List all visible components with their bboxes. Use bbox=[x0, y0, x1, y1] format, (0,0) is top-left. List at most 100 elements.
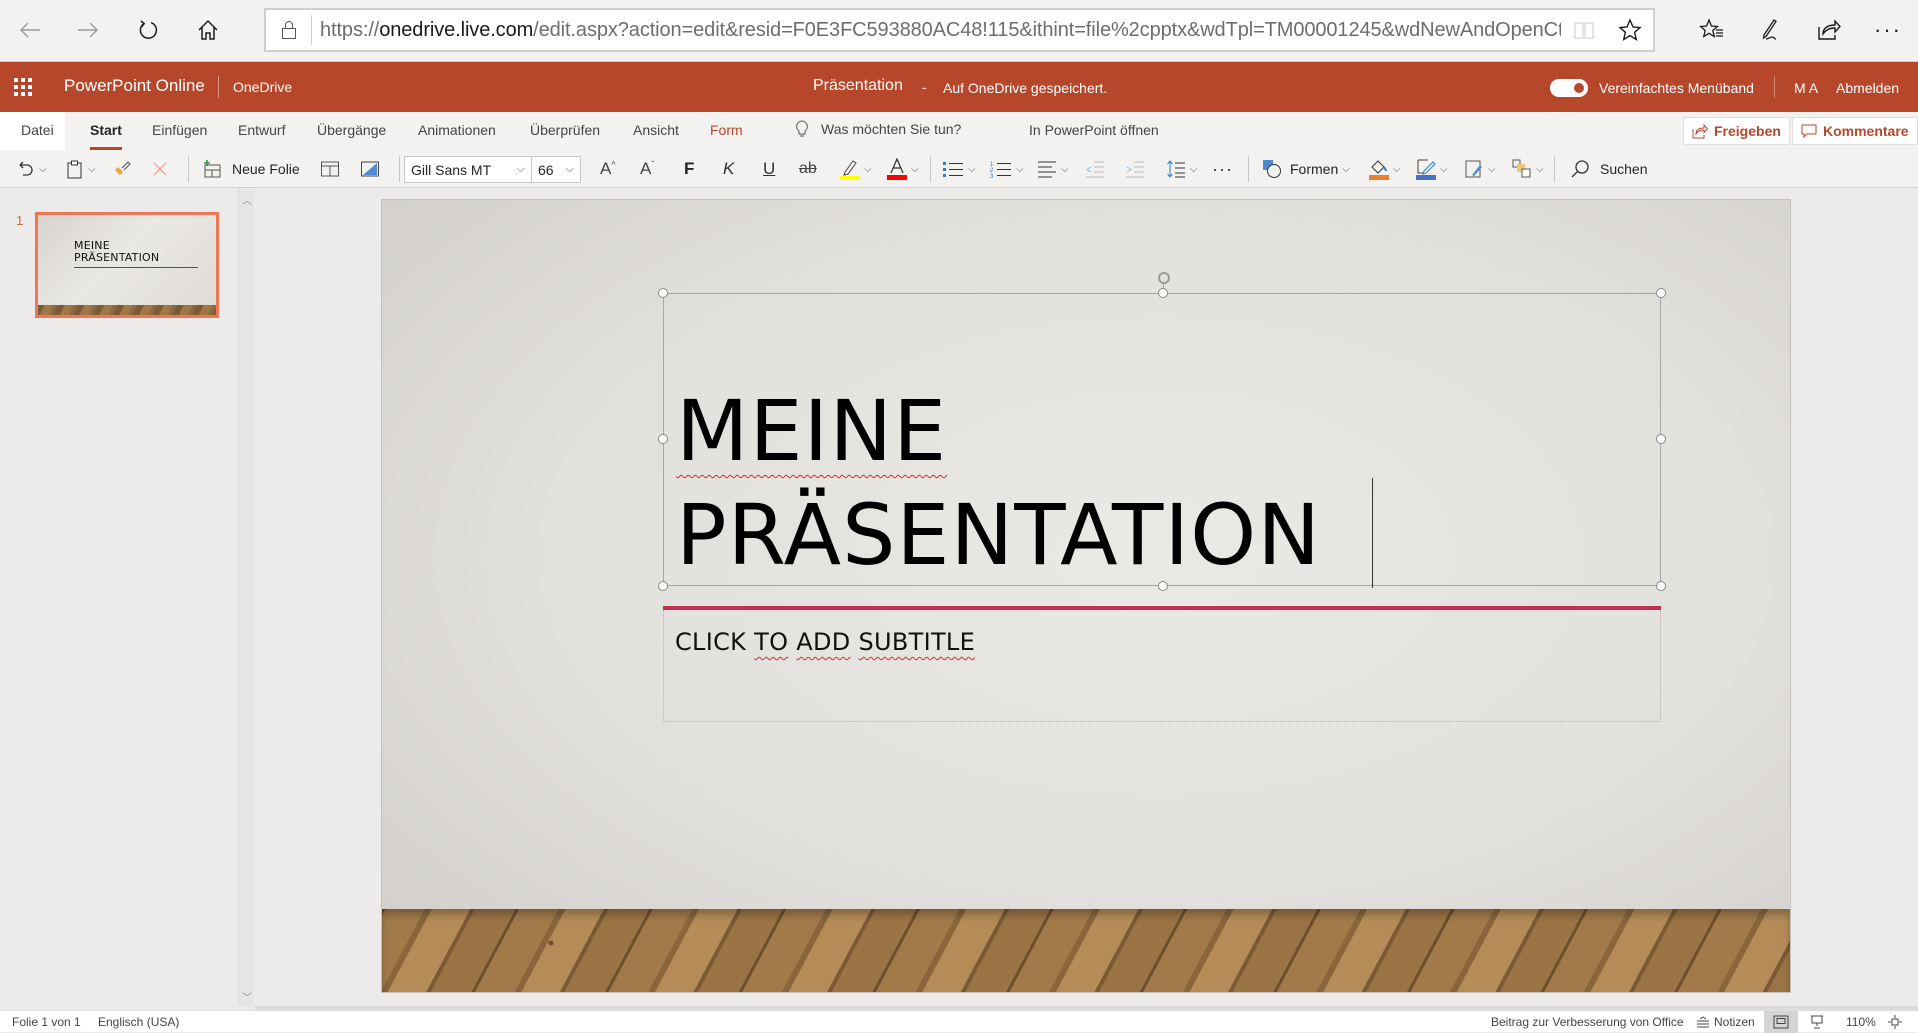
resize-handle[interactable] bbox=[658, 434, 668, 444]
resize-handle[interactable] bbox=[658, 288, 668, 298]
divider bbox=[188, 156, 189, 182]
svg-text:3: 3 bbox=[990, 174, 994, 178]
back-button[interactable] bbox=[12, 12, 48, 48]
more-button[interactable]: ··· bbox=[1870, 12, 1906, 48]
subtitle-text[interactable]: CLICK TO ADD SUBTITLE bbox=[675, 628, 975, 656]
favorites-button[interactable] bbox=[1694, 12, 1730, 48]
resize-handle[interactable] bbox=[1656, 434, 1666, 444]
thumbnail-floor bbox=[38, 305, 216, 315]
slide-title[interactable]: MEINE PRÄSENTATION bbox=[676, 379, 1321, 587]
font-color-button[interactable]: ⌵ bbox=[887, 157, 919, 181]
resize-handle[interactable] bbox=[1656, 288, 1666, 298]
search-button[interactable]: Suchen bbox=[1570, 157, 1647, 181]
highlighter-icon bbox=[840, 160, 860, 180]
new-slide-icon bbox=[204, 160, 221, 178]
forward-button[interactable] bbox=[70, 12, 106, 48]
url-text[interactable]: https://onedrive.live.com/edit.aspx?acti… bbox=[320, 19, 1561, 42]
tab-datei[interactable]: Datei bbox=[21, 122, 54, 138]
document-title[interactable]: Präsentation bbox=[813, 77, 903, 95]
tab-start[interactable]: Start bbox=[90, 122, 122, 150]
resize-handle[interactable] bbox=[1158, 288, 1168, 298]
share-button[interactable]: Freigeben bbox=[1683, 117, 1790, 145]
tab-animationen[interactable]: Animationen bbox=[418, 122, 496, 138]
arrange-button[interactable]: ⌵ bbox=[1512, 157, 1544, 181]
layout-button[interactable] bbox=[320, 157, 340, 181]
resize-handle[interactable] bbox=[1656, 581, 1666, 591]
slideshow-button[interactable] bbox=[1800, 1011, 1834, 1033]
delete-button[interactable] bbox=[152, 157, 168, 181]
status-bar: Folie 1 von 1 Englisch (USA) Beitrag zur… bbox=[0, 1010, 1918, 1033]
chevron-down-icon: ⌵ bbox=[1016, 163, 1024, 175]
shape-effects-button[interactable]: ⌵ bbox=[1464, 157, 1496, 181]
undo-button[interactable]: ⌵ bbox=[15, 157, 47, 181]
home-button[interactable] bbox=[190, 12, 226, 48]
notes-button[interactable] bbox=[1753, 12, 1789, 48]
feedback-link[interactable]: Beitrag zur Verbesserung von Office bbox=[1491, 1015, 1684, 1029]
onedrive-link[interactable]: OneDrive bbox=[233, 79, 292, 95]
font-size-dropdown[interactable]: 66 ⌵ bbox=[531, 156, 581, 183]
numbering-button[interactable]: 1 2 3 ⌵ bbox=[990, 157, 1024, 181]
increase-indent-button[interactable] bbox=[1125, 157, 1145, 181]
normal-view-button[interactable] bbox=[1764, 1011, 1798, 1033]
slide-thumbnail[interactable]: MEINE PRÄSENTATION bbox=[35, 212, 219, 318]
font-name-dropdown[interactable]: Gill Sans MT ⌵ bbox=[404, 156, 532, 183]
strikethrough-button[interactable]: ab bbox=[799, 157, 817, 181]
format-background-button[interactable] bbox=[360, 157, 380, 181]
zoom-level[interactable]: 110% bbox=[1846, 1015, 1876, 1029]
decrease-font-button[interactable]: Aˇ bbox=[640, 157, 654, 181]
app-launcher-icon[interactable] bbox=[14, 78, 32, 96]
tell-me-search[interactable]: Was möchten Sie tun? bbox=[795, 120, 961, 138]
shape-outline-button[interactable]: ⌵ bbox=[1416, 157, 1448, 181]
italic-button[interactable]: K bbox=[723, 157, 734, 181]
title-placeholder[interactable]: MEINE PRÄSENTATION bbox=[658, 272, 1666, 591]
underline-button[interactable]: U bbox=[763, 157, 775, 181]
user-initials[interactable]: M A bbox=[1794, 80, 1818, 96]
shapes-button[interactable]: Formen ⌵ bbox=[1262, 157, 1350, 181]
bold-button[interactable]: F bbox=[684, 157, 694, 181]
chevron-down-icon: ⌵ bbox=[1061, 163, 1069, 175]
clipboard-icon bbox=[67, 160, 82, 179]
subtitle-placeholder[interactable]: CLICK TO ADD SUBTITLE bbox=[663, 610, 1661, 722]
pen-icon bbox=[1762, 19, 1777, 40]
app-name[interactable]: PowerPoint Online bbox=[64, 76, 205, 96]
comments-button[interactable]: Kommentare bbox=[1792, 117, 1918, 145]
simplified-ribbon-toggle[interactable] bbox=[1550, 79, 1588, 97]
undo-icon bbox=[19, 161, 33, 176]
shape-fill-button[interactable]: ⌵ bbox=[1369, 157, 1401, 181]
open-in-powerpoint-button[interactable]: In PowerPoint öffnen bbox=[1029, 122, 1159, 138]
share-page-button[interactable] bbox=[1811, 12, 1847, 48]
align-button[interactable]: ⌵ bbox=[1037, 157, 1069, 181]
thumbnail-scrollbar[interactable]: ︿ ﹀ bbox=[238, 189, 254, 1006]
fit-to-window-button[interactable] bbox=[1880, 1011, 1910, 1033]
tab-ueberpruefen[interactable]: Überprüfen bbox=[530, 122, 600, 138]
favorite-button[interactable] bbox=[1607, 18, 1653, 42]
decrease-indent-button[interactable] bbox=[1085, 157, 1105, 181]
numbered-list-icon: 123 bbox=[990, 162, 1011, 178]
sign-out-link[interactable]: Abmelden bbox=[1836, 80, 1899, 96]
resize-handle[interactable] bbox=[658, 581, 668, 591]
refresh-button[interactable] bbox=[130, 12, 166, 48]
tab-form[interactable]: Form bbox=[710, 122, 743, 138]
tab-einfuegen[interactable]: Einfügen bbox=[152, 122, 207, 138]
notes-button[interactable]: Notizen bbox=[1696, 1015, 1755, 1029]
scroll-down-icon[interactable]: ﹀ bbox=[239, 988, 255, 1004]
reading-view-button[interactable] bbox=[1561, 20, 1607, 40]
increase-font-button[interactable]: A^ bbox=[600, 157, 616, 181]
slide-canvas[interactable]: MEINE PRÄSENTATION CLICK TO ADD SUBTITLE bbox=[381, 199, 1791, 993]
highlight-button[interactable]: ⌵ bbox=[840, 157, 872, 181]
shapes-label: Formen bbox=[1290, 161, 1339, 177]
tab-ansicht[interactable]: Ansicht bbox=[633, 122, 679, 138]
new-slide-button[interactable]: Neue Folie bbox=[202, 157, 300, 181]
rotate-handle-icon[interactable] bbox=[1158, 272, 1170, 284]
more-options-button[interactable]: ··· bbox=[1212, 157, 1233, 181]
paste-button[interactable]: ⌵ bbox=[66, 157, 96, 181]
bullets-button[interactable]: ⌵ bbox=[942, 157, 976, 181]
format-painter-button[interactable] bbox=[112, 157, 132, 181]
scroll-up-icon[interactable]: ︿ bbox=[239, 191, 255, 207]
tab-uebergaenge[interactable]: Übergänge bbox=[317, 122, 386, 138]
tab-entwurf[interactable]: Entwurf bbox=[238, 122, 285, 138]
language-indicator[interactable]: Englisch (USA) bbox=[98, 1015, 179, 1029]
chevron-down-icon: ⌵ bbox=[1488, 163, 1496, 175]
address-bar[interactable]: https://onedrive.live.com/edit.aspx?acti… bbox=[264, 8, 1655, 52]
line-spacing-button[interactable]: ⌵ bbox=[1166, 157, 1198, 181]
